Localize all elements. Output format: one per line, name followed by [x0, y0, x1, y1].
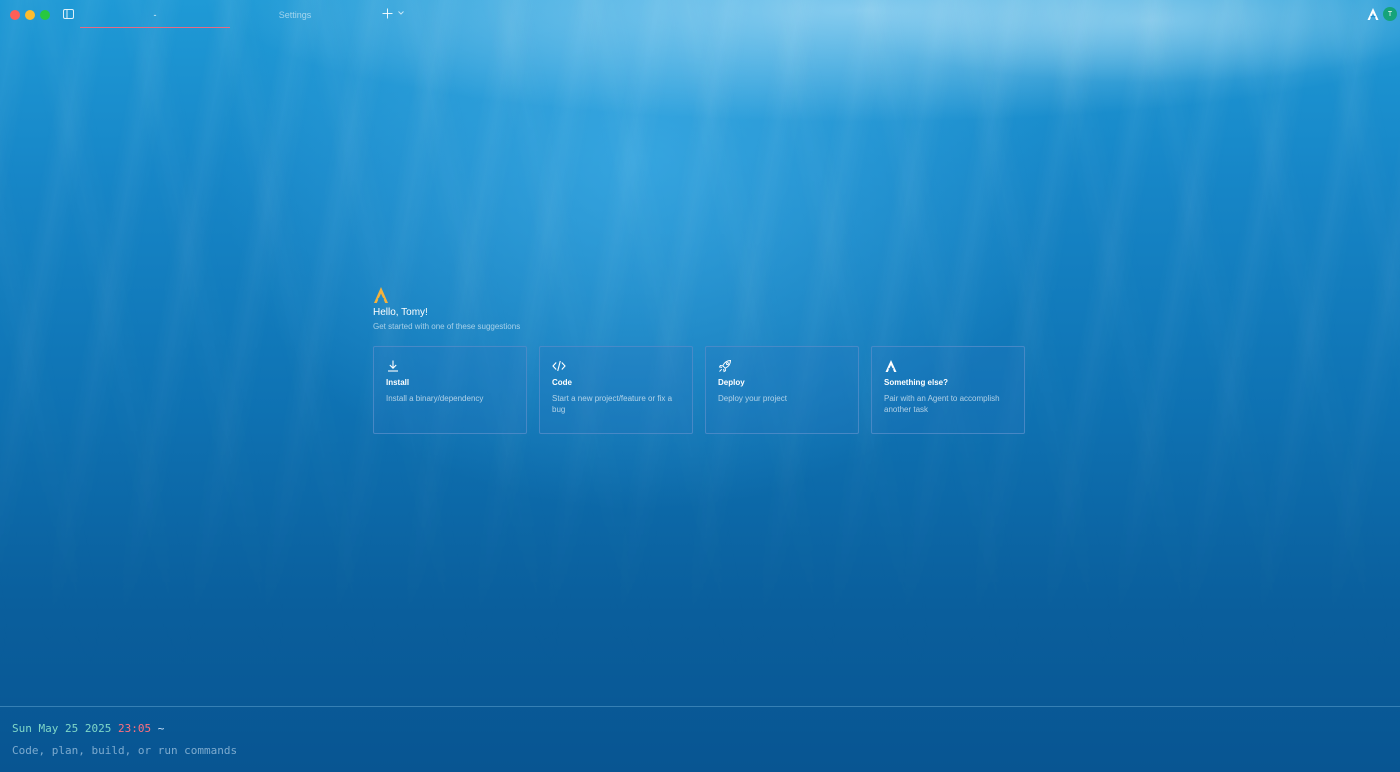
tab-settings[interactable]: Settings: [240, 4, 350, 26]
prompt-time: 23:05: [117, 722, 152, 735]
card-description: Install a binary/dependency: [386, 394, 484, 403]
warp-logo-icon: [885, 360, 897, 372]
avatar-initial: T: [1387, 10, 1393, 18]
card-description: Start a new project/feature or fix a bug: [552, 394, 673, 414]
window-maximize-button[interactable]: [40, 10, 50, 20]
new-tab-menu-button[interactable]: [396, 8, 406, 18]
user-avatar[interactable]: T: [1383, 7, 1397, 21]
rocket-icon: [718, 359, 732, 373]
title-bar: - Settings T: [0, 0, 1400, 30]
card-title: Install: [386, 378, 410, 387]
card-title: Code: [552, 378, 572, 387]
command-input[interactable]: [12, 742, 612, 758]
card-title: Something else?: [884, 378, 949, 387]
chevron-down-icon: [398, 11, 404, 15]
prompt-context: Sun May 25 2025 23:05 ~: [12, 722, 164, 735]
suggestion-card-install[interactable]: Install Install a binary/dependency: [373, 346, 527, 434]
suggestion-cards: Install Install a binary/dependency Code…: [373, 346, 1025, 434]
window-close-button[interactable]: [10, 10, 20, 20]
greeting-subtitle: Get started with one of these suggestion…: [373, 322, 521, 331]
tab-label: -: [153, 10, 157, 20]
prompt-directory: ~: [157, 722, 165, 735]
download-icon: [388, 360, 398, 372]
suggestion-card-something-else[interactable]: Something else? Pair with an Agent to ac…: [871, 346, 1025, 434]
code-icon: [552, 360, 566, 372]
window-minimize-button[interactable]: [25, 10, 35, 20]
warp-logo-icon[interactable]: [1366, 7, 1380, 21]
greeting-heading: Hello, Tomy!: [373, 307, 428, 318]
prompt-date: Sun May 25 2025: [12, 722, 112, 735]
welcome-panel: Hello, Tomy! Get started with one of the…: [373, 286, 1033, 434]
suggestion-card-deploy[interactable]: Deploy Deploy your project: [705, 346, 859, 434]
card-description: Deploy your project: [718, 394, 787, 403]
tab-label: Settings: [278, 10, 312, 20]
warp-logo-icon: [374, 287, 388, 303]
tab-terminal[interactable]: -: [80, 4, 230, 28]
card-description: Pair with an Agent to accomplish another…: [884, 394, 1000, 414]
suggestion-card-code[interactable]: Code Start a new project/feature or fix …: [539, 346, 693, 434]
sidebar-toggle-button[interactable]: [62, 8, 74, 20]
prompt-divider: [0, 706, 1400, 707]
new-tab-button[interactable]: [380, 6, 394, 20]
plus-icon: [382, 8, 392, 18]
sidebar-icon: [62, 9, 74, 19]
card-title: Deploy: [718, 378, 745, 387]
